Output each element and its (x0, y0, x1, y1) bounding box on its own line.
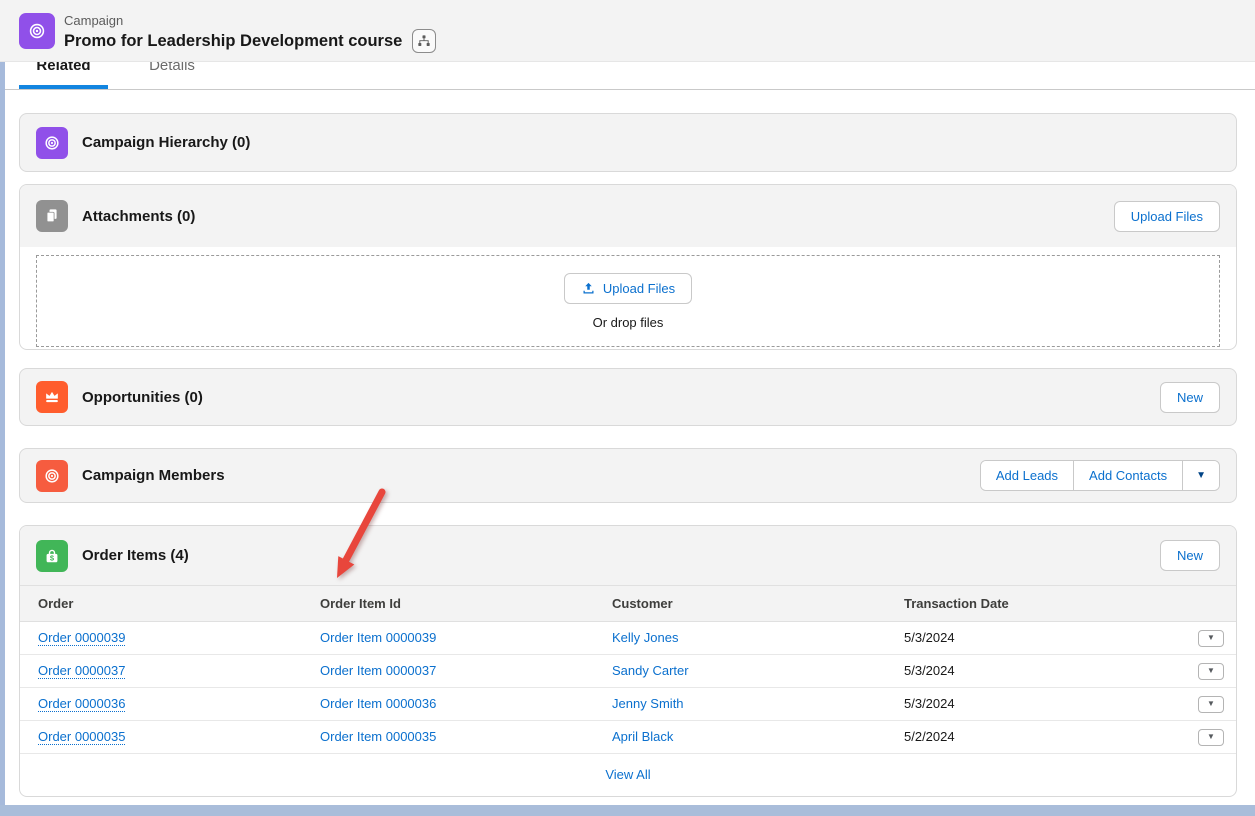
upload-icon (581, 281, 596, 296)
tab-details[interactable]: Details (108, 62, 236, 74)
record-header-text: Campaign Promo for Leadership Developmen… (64, 13, 436, 53)
attachments-card: Attachments (0) Upload Files Upload File… (19, 184, 1237, 350)
record-tabbar: Related Details (0, 62, 1255, 90)
campaign-members-card: Campaign Members Add Leads Add Contacts … (19, 448, 1237, 503)
page-edge-left (0, 62, 5, 816)
note-icon (42, 206, 62, 226)
transaction-date: 5/3/2024 (904, 663, 955, 678)
order-items-icon: $ (36, 540, 68, 572)
bullseye-icon (42, 466, 62, 486)
crown-icon (42, 387, 62, 407)
tab-related[interactable]: Related (19, 62, 108, 74)
campaign-hierarchy-icon (36, 127, 68, 159)
column-header-customer: Customer (594, 586, 886, 621)
column-header-order: Order (20, 586, 302, 621)
row-actions-dropdown[interactable]: ▼ (1198, 729, 1224, 746)
campaign-members-actions: Add Leads Add Contacts ▼ (980, 460, 1220, 491)
chevron-down-icon: ▼ (1207, 733, 1215, 741)
customer-link[interactable]: Jenny Smith (612, 696, 684, 711)
campaign-members-title[interactable]: Campaign Members (82, 467, 225, 484)
add-leads-button[interactable]: Add Leads (981, 461, 1074, 490)
bullseye-icon (26, 20, 48, 42)
object-label: Campaign (64, 13, 436, 28)
order-items-card-header: $ Order Items (4) New (20, 526, 1236, 586)
transaction-date: 5/2/2024 (904, 729, 955, 744)
campaign-hierarchy-title[interactable]: Campaign Hierarchy (0) (82, 134, 250, 151)
table-row: Order 0000035 Order Item 0000035 April B… (20, 720, 1236, 753)
record-header: Campaign Promo for Leadership Developmen… (0, 0, 1255, 62)
column-header-transaction-date: Transaction Date (886, 586, 1180, 621)
order-link[interactable]: Order 0000036 (38, 696, 125, 711)
table-row: Order 0000037 Order Item 0000037 Sandy C… (20, 654, 1236, 687)
order-items-table: Order Order Item Id Customer Transaction… (20, 586, 1236, 754)
view-campaign-hierarchy-button[interactable] (412, 29, 436, 53)
order-items-card: $ Order Items (4) New Order Order Item I… (19, 525, 1237, 797)
campaign-record-page: Campaign Promo for Leadership Developmen… (0, 0, 1255, 816)
campaign-members-icon (36, 460, 68, 492)
row-actions-dropdown[interactable]: ▼ (1198, 696, 1224, 713)
attachments-card-header: Attachments (0) Upload Files (20, 185, 1236, 247)
order-item-link[interactable]: Order Item 0000039 (320, 630, 436, 645)
members-more-actions-dropdown[interactable]: ▼ (1183, 461, 1219, 490)
active-tab-indicator (19, 85, 108, 89)
table-header-row: Order Order Item Id Customer Transaction… (20, 586, 1236, 621)
opportunities-card: Opportunities (0) New (19, 368, 1237, 426)
chevron-down-icon: ▼ (1207, 634, 1215, 642)
customer-link[interactable]: April Black (612, 729, 673, 744)
column-header-order-item-id: Order Item Id (302, 586, 594, 621)
dropzone-upload-files-button[interactable]: Upload Files (564, 273, 692, 304)
chevron-down-icon: ▼ (1196, 470, 1206, 481)
add-contacts-button[interactable]: Add Contacts (1074, 461, 1183, 490)
order-items-title[interactable]: Order Items (4) (82, 547, 189, 564)
chevron-down-icon: ▼ (1207, 700, 1215, 708)
new-order-item-button[interactable]: New (1160, 540, 1220, 571)
chevron-down-icon: ▼ (1207, 667, 1215, 675)
transaction-date: 5/3/2024 (904, 696, 955, 711)
drop-files-hint: Or drop files (593, 315, 664, 330)
attachments-title[interactable]: Attachments (0) (82, 208, 195, 225)
dropzone-upload-label: Upload Files (603, 281, 675, 296)
row-actions-dropdown[interactable]: ▼ (1198, 630, 1224, 647)
opportunities-title[interactable]: Opportunities (0) (82, 389, 203, 406)
order-items-footer: View All (20, 754, 1236, 796)
order-link[interactable]: Order 0000039 (38, 630, 125, 645)
order-item-link[interactable]: Order Item 0000037 (320, 663, 436, 678)
customer-link[interactable]: Kelly Jones (612, 630, 678, 645)
page-edge-bottom (0, 805, 1255, 816)
related-lists-container: Campaign Hierarchy (0) Attachments (0) U… (0, 113, 1255, 797)
order-link[interactable]: Order 0000037 (38, 663, 125, 678)
hierarchy-icon (416, 33, 432, 49)
table-row: Order 0000039 Order Item 0000039 Kelly J… (20, 621, 1236, 654)
campaign-object-icon (19, 13, 55, 49)
transaction-date: 5/3/2024 (904, 630, 955, 645)
table-row: Order 0000036 Order Item 0000036 Jenny S… (20, 687, 1236, 720)
order-link[interactable]: Order 0000035 (38, 729, 125, 744)
page-title: Promo for Leadership Development course (64, 30, 402, 52)
view-all-link[interactable]: View All (605, 767, 650, 782)
opportunities-icon (36, 381, 68, 413)
row-actions-dropdown[interactable]: ▼ (1198, 663, 1224, 680)
file-dropzone[interactable]: Upload Files Or drop files (36, 255, 1220, 347)
attachments-icon (36, 200, 68, 232)
customer-link[interactable]: Sandy Carter (612, 663, 689, 678)
column-header-actions (1180, 586, 1236, 621)
order-item-link[interactable]: Order Item 0000036 (320, 696, 436, 711)
new-opportunity-button[interactable]: New (1160, 382, 1220, 413)
bullseye-icon (42, 133, 62, 153)
order-item-link[interactable]: Order Item 0000035 (320, 729, 436, 744)
upload-files-button[interactable]: Upload Files (1114, 201, 1220, 232)
money-bag-icon: $ (42, 546, 62, 566)
campaign-hierarchy-card: Campaign Hierarchy (0) (19, 113, 1237, 172)
